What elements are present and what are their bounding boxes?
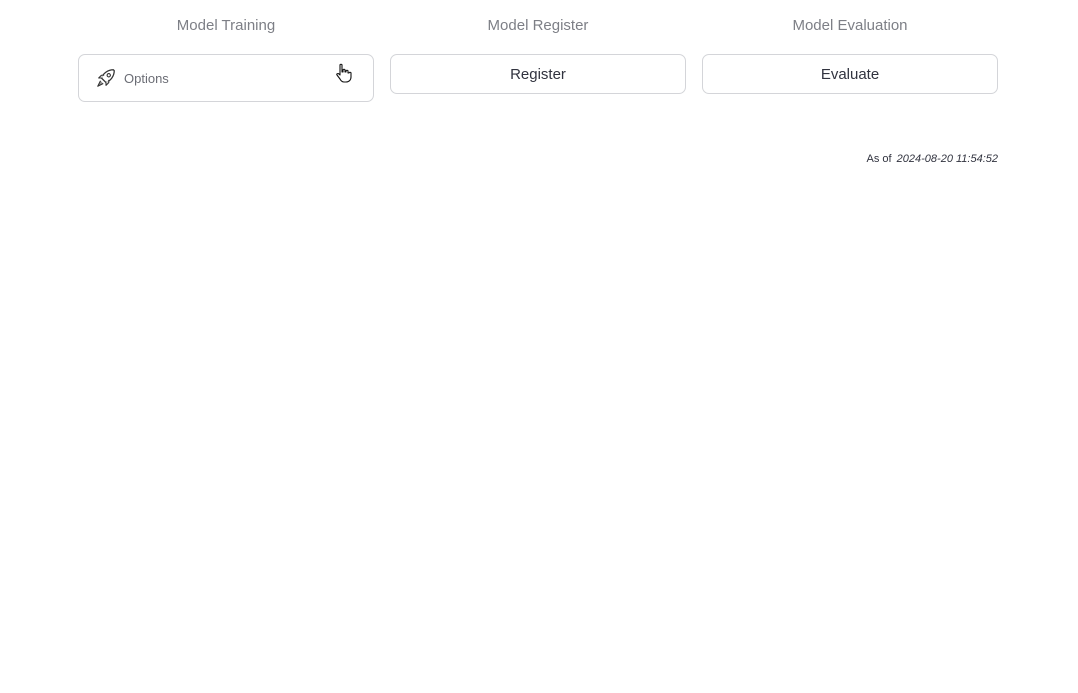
column-model-evaluation: Model Evaluation Evaluate bbox=[702, 16, 998, 102]
columns-row: Model Training Options Model Register Re… bbox=[78, 16, 998, 102]
evaluate-button[interactable]: Evaluate bbox=[702, 54, 998, 94]
hand-cursor-icon bbox=[335, 63, 353, 83]
column-model-register: Model Register Register bbox=[390, 16, 686, 102]
register-button[interactable]: Register bbox=[390, 54, 686, 94]
timestamp-value: 2024-08-20 11:54:52 bbox=[896, 153, 998, 165]
column-header-model-register: Model Register bbox=[487, 17, 589, 34]
column-header-model-training: Model Training bbox=[176, 17, 276, 34]
options-button[interactable]: Options bbox=[78, 54, 374, 102]
column-header-model-evaluation: Model Evaluation bbox=[792, 17, 908, 34]
rocket-icon bbox=[95, 67, 117, 89]
column-model-training: Model Training Options bbox=[78, 16, 374, 102]
app-root: Model Training Options Model Register Re… bbox=[0, 0, 1078, 693]
options-button-label: Options bbox=[124, 70, 169, 86]
last-updated-timestamp: As of 2024-08-20 11:54:52 bbox=[867, 153, 998, 165]
timestamp-prefix: As of bbox=[866, 153, 892, 165]
